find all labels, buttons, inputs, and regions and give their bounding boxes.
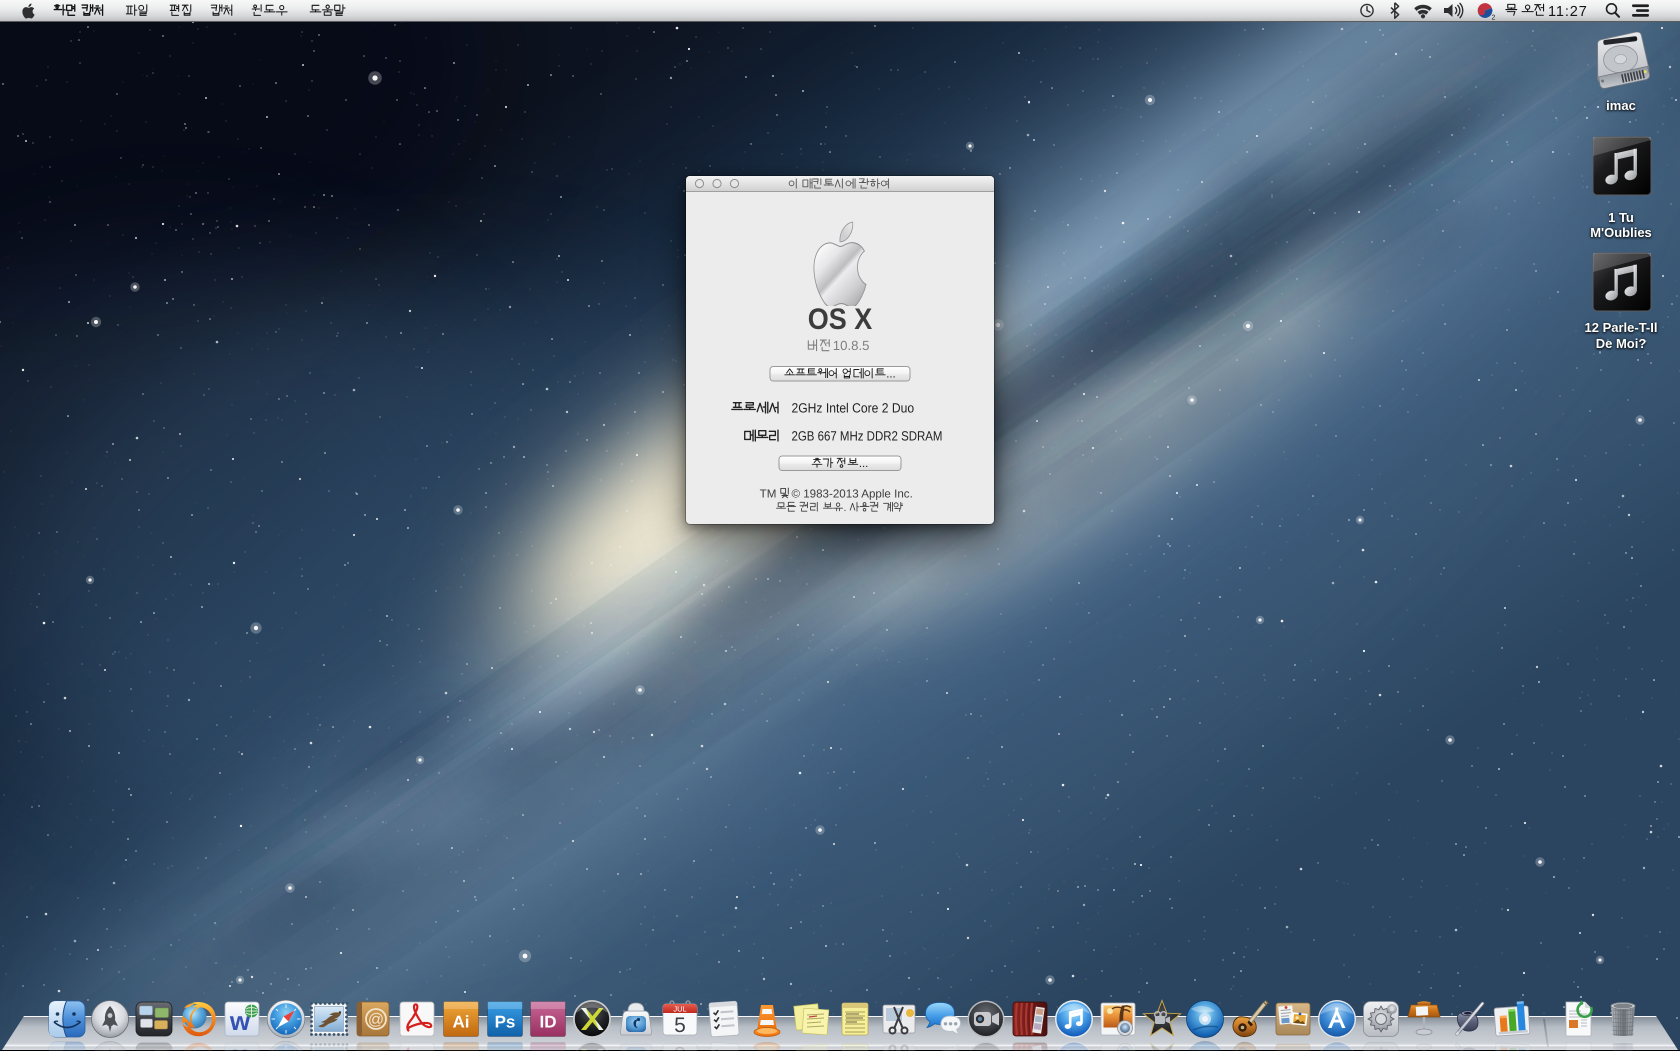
svg-text:ID: ID: [540, 1013, 557, 1032]
svg-text:5: 5: [674, 1014, 686, 1037]
svg-text:TM: TM: [760, 487, 777, 500]
svg-text:2: 2: [1492, 15, 1496, 22]
svg-text:2GB 667 MHz DDR2 SDRAM: 2GB 667 MHz DDR2 SDRAM: [792, 429, 943, 444]
svg-text:11:27: 11:27: [1548, 4, 1588, 20]
svg-text:...: ...: [886, 369, 896, 381]
svg-text:...: ...: [859, 458, 869, 470]
svg-text:.: .: [844, 502, 847, 514]
svg-text:JUL: JUL: [673, 1005, 686, 1014]
svg-text:Ai: Ai: [452, 1013, 469, 1032]
svg-text:Ps: Ps: [494, 1013, 515, 1032]
svg-text:2GHz Intel Core 2 Duo: 2GHz Intel Core 2 Duo: [792, 401, 915, 416]
svg-text:@: @: [368, 1012, 384, 1029]
svg-text:© 1983-2013 Apple Inc.: © 1983-2013 Apple Inc.: [791, 487, 912, 500]
svg-text:10.8.5: 10.8.5: [833, 338, 870, 353]
